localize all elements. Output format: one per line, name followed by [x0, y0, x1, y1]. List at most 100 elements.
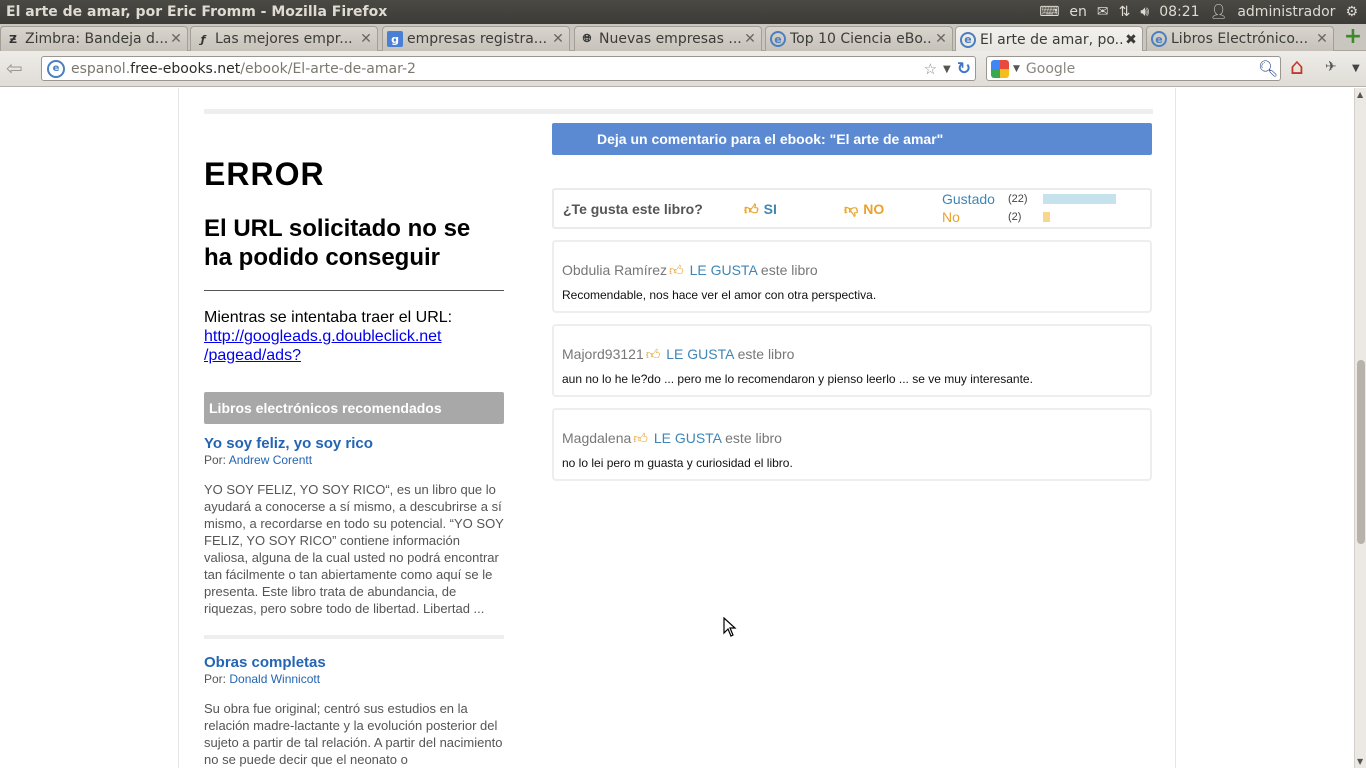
thumbs-down-icon: 👎︎: [844, 201, 859, 217]
tab-label: Las mejores empr...: [215, 31, 353, 47]
error-message-text: Mientras se intentaba traer el URL:: [204, 309, 453, 326]
comment-item: Magdalena 👍︎ LE GUSTA este libro no lo le…: [552, 408, 1152, 481]
search-placeholder: Google: [1025, 60, 1076, 77]
search-icon[interactable]: 🔍︎: [1258, 59, 1278, 78]
globe-icon: 🌐︎: [582, 32, 592, 45]
vertical-scrollbar[interactable]: ▲ ▼: [1354, 88, 1366, 768]
comment-item: Majord93121 👍︎ LE GUSTA este libro aun no…: [552, 324, 1152, 397]
tab-label: Libros Electrónico...: [1171, 31, 1309, 47]
google-icon: g: [387, 31, 403, 47]
stat-label: Gustado: [942, 191, 995, 207]
tab-zimbra[interactable]: Ƶ Zimbra: Bandeja d... ✕: [0, 26, 188, 51]
thumbs-up-icon: 👍︎: [669, 262, 684, 278]
volume-icon[interactable]: 🔊︎: [1140, 4, 1149, 20]
search-bar[interactable]: ▼ Google 🔍︎: [986, 56, 1281, 81]
url-history-dropdown-icon[interactable]: ▼: [943, 64, 951, 75]
site-e-icon: e: [1151, 31, 1167, 47]
comment-item: Obdulia Ramírez 👍︎ LE GUSTA este libro Re…: [552, 240, 1152, 313]
comment-meta: Majord93121 👍︎ LE GUSTA este libro: [562, 346, 795, 362]
divider: [204, 635, 504, 639]
close-icon[interactable]: ✕: [168, 31, 184, 47]
comment-text: no lo lei pero m guasta y curiosidad el …: [562, 456, 793, 470]
comment-header-button[interactable]: Deja un comentario para el ebook: "El ar…: [552, 123, 1152, 155]
back-arrow-icon[interactable]: ⇦: [6, 58, 30, 80]
stat-row-not-liked: No (2): [942, 209, 1050, 225]
author-link[interactable]: Andrew Corentt: [229, 453, 312, 467]
network-icon[interactable]: ⇅: [1119, 4, 1131, 20]
like-label: LE GUSTA: [666, 346, 734, 362]
thumbs-up-icon: 👍︎: [645, 346, 661, 362]
mail-icon[interactable]: ✉: [1097, 4, 1109, 20]
recommended-heading: Libros electrónicos recomendados: [204, 392, 504, 424]
home-icon[interactable]: ⌂: [1290, 57, 1314, 81]
reload-icon[interactable]: ↻: [957, 59, 971, 79]
scroll-down-icon[interactable]: ▼: [1357, 757, 1363, 766]
tab-label: Nuevas empresas ...: [599, 31, 742, 47]
google-search-engine-icon[interactable]: [991, 59, 1009, 78]
close-icon[interactable]: ✕: [550, 31, 566, 47]
keyboard-layout[interactable]: en: [1069, 4, 1087, 20]
bookmark-star-icon[interactable]: ☆: [924, 60, 937, 78]
yahoo-icon: ƒ: [200, 32, 206, 46]
stat-row-liked: Gustado (22): [942, 191, 1116, 207]
comments-column: Deja un comentario para el ebook: "El ar…: [552, 123, 1152, 481]
url-domain: free-ebooks.net: [130, 60, 241, 77]
site-e-icon: e: [770, 31, 786, 47]
scroll-up-icon[interactable]: ▲: [1357, 90, 1363, 99]
tab-empresas-mejores[interactable]: ƒ Las mejores empr... ✕: [190, 26, 378, 51]
left-column: ERROR El URL solicitado no se ha podido …: [204, 147, 504, 768]
book-title-link[interactable]: Obras completas: [204, 654, 504, 671]
book-description: Su obra fue original; centró sus estudio…: [204, 701, 503, 767]
site-e-icon: e: [960, 31, 976, 48]
divider: [204, 290, 504, 291]
comment-text: aun no lo he le?do ... pero me lo recome…: [562, 372, 1033, 386]
page-container: ERROR El URL solicitado no se ha podido …: [178, 88, 1176, 768]
author-link[interactable]: Donald Winnicott: [229, 672, 320, 686]
tab-libros-electronicos[interactable]: e Libros Electrónico... ✕: [1146, 26, 1334, 51]
tab-top10-ciencia[interactable]: e Top 10 Ciencia eBo... ✕: [765, 26, 953, 51]
comment-meta: Magdalena 👍︎ LE GUSTA este libro: [562, 430, 782, 446]
zimbra-icon: Ƶ: [9, 32, 17, 46]
close-icon[interactable]: ✕: [1314, 31, 1330, 47]
new-tab-plus-icon[interactable]: +: [1342, 26, 1364, 49]
vote-yes-button[interactable]: 👍︎ SI: [744, 201, 777, 218]
user-icon[interactable]: 👤︎: [1210, 4, 1228, 20]
page-viewport: ERROR El URL solicitado no se ha podido …: [0, 88, 1354, 768]
like-label: LE GUSTA: [689, 262, 758, 278]
vote-no-button[interactable]: 👎︎ NO: [844, 201, 884, 218]
book-description: YO SOY FELIZ, YO SOY RICO“, es un libro …: [204, 482, 504, 616]
comment-meta: Obdulia Ramírez 👍︎ LE GUSTA este libro: [562, 262, 818, 278]
power-icon[interactable]: ⚙: [1345, 4, 1358, 20]
user-name[interactable]: administrador: [1237, 4, 1335, 20]
tab-nuevas-empresas[interactable]: 🌐︎ Nuevas empresas ... ✕: [574, 26, 762, 51]
search-engine-dropdown-icon[interactable]: ▼: [1013, 64, 1020, 74]
book-item: Yo soy feliz, yo soy rico Por: Andrew Co…: [204, 435, 504, 617]
tab-label: El arte de amar, po...: [980, 31, 1123, 48]
divider: [204, 109, 1153, 114]
stat-bar: [1043, 194, 1116, 204]
extension-icon[interactable]: ✈: [1325, 59, 1347, 81]
system-tray: ⌨ en ✉ ⇅ 🔊︎ 08:21 👤︎ administrador ⚙: [1039, 4, 1366, 20]
error-url-link[interactable]: http://googleads.g.doubleclick.net/pagea…: [204, 328, 442, 364]
close-icon[interactable]: ✖: [1123, 32, 1139, 48]
url-bar[interactable]: e espanol. free-ebooks.net/ebook/El-arte-…: [41, 56, 976, 81]
close-icon[interactable]: ✕: [358, 31, 374, 47]
close-icon[interactable]: ✕: [933, 31, 949, 47]
clock[interactable]: 08:21: [1159, 4, 1199, 20]
url-subdomain: espanol.: [71, 60, 131, 77]
navigation-toolbar: ⇦ e espanol. free-ebooks.net/ebook/El-art…: [0, 51, 1366, 87]
error-heading: ERROR: [204, 156, 325, 192]
tab-label: Top 10 Ciencia eBo...: [790, 31, 933, 47]
like-label: LE GUSTA: [653, 430, 722, 446]
mouse-cursor-icon: [723, 617, 737, 637]
scrollbar-thumb[interactable]: [1357, 360, 1365, 544]
tab-strip: Ƶ Zimbra: Bandeja d... ✕ ƒ Las mejores e…: [0, 24, 1366, 52]
keyboard-icon[interactable]: ⌨: [1039, 4, 1059, 20]
book-title-link[interactable]: Yo soy feliz, yo soy rico: [204, 435, 504, 452]
toolbar-overflow-icon[interactable]: ▼: [1352, 63, 1360, 74]
comment-author: Majord93121: [562, 346, 644, 362]
tab-el-arte-de-amar[interactable]: e El arte de amar, po... ✖: [955, 26, 1143, 52]
site-identity-icon[interactable]: e: [47, 59, 65, 78]
tab-google-search[interactable]: g empresas registra... ✕: [382, 26, 570, 51]
close-icon[interactable]: ✕: [742, 31, 758, 47]
